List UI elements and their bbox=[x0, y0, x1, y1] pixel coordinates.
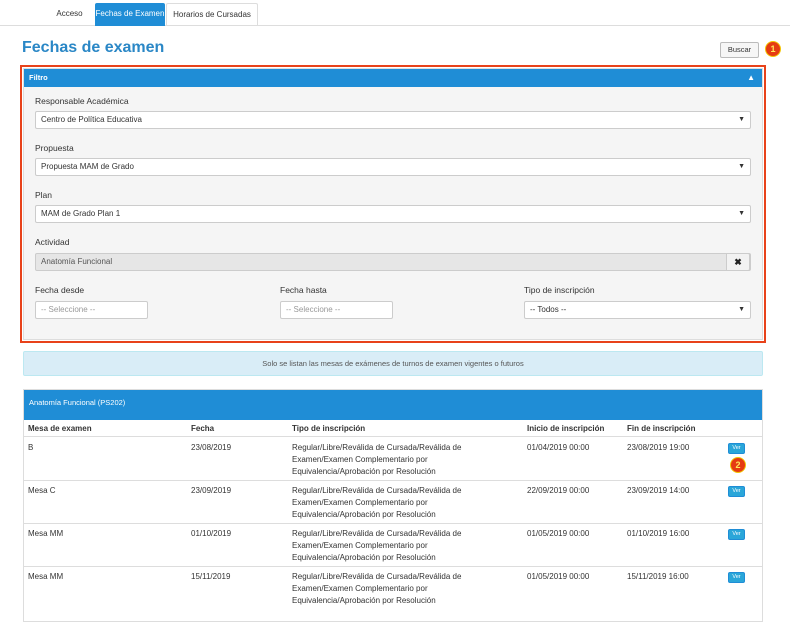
cell-fin: 15/11/2019 16:00 bbox=[627, 572, 689, 581]
actividad-field[interactable]: Anatomía Funcional ✖ bbox=[35, 253, 751, 271]
caret-down-icon: ▼ bbox=[738, 116, 745, 123]
plan-value: MAM de Grado Plan 1 bbox=[41, 209, 121, 218]
cell-fecha: 23/08/2019 bbox=[191, 443, 232, 452]
caret-down-icon: ▼ bbox=[738, 210, 745, 217]
cell-inicio: 01/05/2019 00:00 bbox=[527, 529, 590, 538]
info-notice: Solo se listan las mesas de exámenes de … bbox=[23, 351, 763, 376]
ver-button[interactable]: Ver bbox=[728, 443, 745, 454]
cell-fecha: 15/11/2019 bbox=[191, 572, 231, 581]
cell-fecha: 23/09/2019 bbox=[191, 486, 232, 495]
cell-mesa: Mesa MM bbox=[28, 529, 64, 538]
ver-button[interactable]: Ver bbox=[728, 529, 745, 540]
ver-button[interactable]: Ver bbox=[728, 486, 745, 497]
cell-inicio: 01/05/2019 00:00 bbox=[527, 572, 590, 581]
buscar-button[interactable]: Buscar bbox=[720, 42, 759, 58]
cell-tipo: Regular/Libre/Reválida de Cursada/Reváli… bbox=[292, 486, 462, 519]
nav-tabs: Acceso Fechas de Examen Horarios de Curs… bbox=[0, 0, 790, 26]
fecha-desde-input[interactable]: -- Seleccione -- bbox=[35, 301, 148, 319]
fecha-desde-label: Fecha desde bbox=[35, 285, 85, 295]
propuesta-label: Propuesta bbox=[35, 143, 74, 153]
propuesta-select[interactable]: Propuesta MAM de Grado ▼ bbox=[35, 158, 751, 176]
step-marker-2: 2 bbox=[730, 457, 746, 473]
tab-fechas-de-examen[interactable]: Fechas de Examen bbox=[95, 3, 165, 26]
tab-horarios-de-cursadas[interactable]: Horarios de Cursadas bbox=[166, 3, 258, 26]
cell-tipo: Regular/Libre/Reválida de Cursada/Reváli… bbox=[292, 443, 462, 476]
cell-fin: 23/08/2019 19:00 bbox=[627, 443, 690, 452]
column-header-fin: Fin de inscripción bbox=[627, 424, 696, 433]
table-row: Mesa MM 01/10/2019 Regular/Libre/Reválid… bbox=[24, 523, 762, 565]
close-icon[interactable]: ✖ bbox=[726, 253, 750, 271]
responsable-label: Responsable Académica bbox=[35, 96, 129, 106]
tab-acceso[interactable]: Acceso bbox=[47, 3, 92, 26]
caret-down-icon: ▼ bbox=[738, 163, 745, 170]
propuesta-value: Propuesta MAM de Grado bbox=[41, 162, 134, 171]
column-header-inicio: Inicio de inscripción bbox=[527, 424, 605, 433]
filter-header[interactable]: Filtro ▲ bbox=[24, 69, 762, 87]
cell-mesa: B bbox=[28, 443, 34, 452]
fecha-hasta-input[interactable]: -- Seleccione -- bbox=[280, 301, 393, 319]
column-header-mesa: Mesa de examen bbox=[28, 424, 92, 433]
tipo-inscripcion-label: Tipo de inscripción bbox=[524, 285, 595, 295]
table-row: B 23/08/2019 Regular/Libre/Reválida de C… bbox=[24, 437, 762, 479]
page-title: Fechas de examen bbox=[22, 39, 165, 56]
cell-tipo: Regular/Libre/Reválida de Cursada/Reváli… bbox=[292, 529, 462, 562]
filter-title: Filtro bbox=[29, 73, 48, 82]
cell-fecha: 01/10/2019 bbox=[191, 529, 232, 538]
column-header-fecha: Fecha bbox=[191, 424, 215, 433]
column-header-tipo: Tipo de inscripción bbox=[292, 424, 366, 433]
table-row: Mesa MM 15/11/2019 Regular/Libre/Reválid… bbox=[24, 566, 762, 608]
plan-label: Plan bbox=[35, 190, 53, 200]
responsable-value: Centro de Política Educativa bbox=[41, 115, 142, 124]
fecha-hasta-label: Fecha hasta bbox=[280, 285, 327, 295]
tipo-inscripcion-select[interactable]: -- Todos -- ▼ bbox=[524, 301, 751, 319]
cell-mesa: Mesa C bbox=[28, 486, 56, 495]
cell-tipo: Regular/Libre/Reválida de Cursada/Reváli… bbox=[292, 572, 462, 605]
chevron-up-icon[interactable]: ▲ bbox=[747, 69, 755, 87]
responsable-select[interactable]: Centro de Política Educativa ▼ bbox=[35, 111, 751, 129]
results-title: Anatomía Funcional (PS202) bbox=[24, 390, 762, 420]
cell-fin: 01/10/2019 16:00 bbox=[627, 529, 690, 538]
ver-button[interactable]: Ver bbox=[728, 572, 745, 583]
cell-fin: 23/09/2019 14:00 bbox=[627, 486, 690, 495]
cell-inicio: 22/09/2019 00:00 bbox=[527, 486, 590, 495]
cell-inicio: 01/04/2019 00:00 bbox=[527, 443, 590, 452]
cell-mesa: Mesa MM bbox=[28, 572, 64, 581]
caret-down-icon: ▼ bbox=[738, 306, 745, 313]
actividad-label: Actividad bbox=[35, 237, 70, 247]
tipo-inscripcion-value: -- Todos -- bbox=[530, 305, 567, 314]
actividad-value: Anatomía Funcional bbox=[41, 257, 113, 266]
results-panel: Anatomía Funcional (PS202) Mesa de exame… bbox=[23, 389, 763, 622]
step-marker-1: 1 bbox=[765, 41, 781, 57]
filter-panel: Filtro ▲ Responsable Académica Centro de… bbox=[23, 68, 763, 340]
plan-select[interactable]: MAM de Grado Plan 1 ▼ bbox=[35, 205, 751, 223]
table-row: Mesa C 23/09/2019 Regular/Libre/Reválida… bbox=[24, 480, 762, 522]
